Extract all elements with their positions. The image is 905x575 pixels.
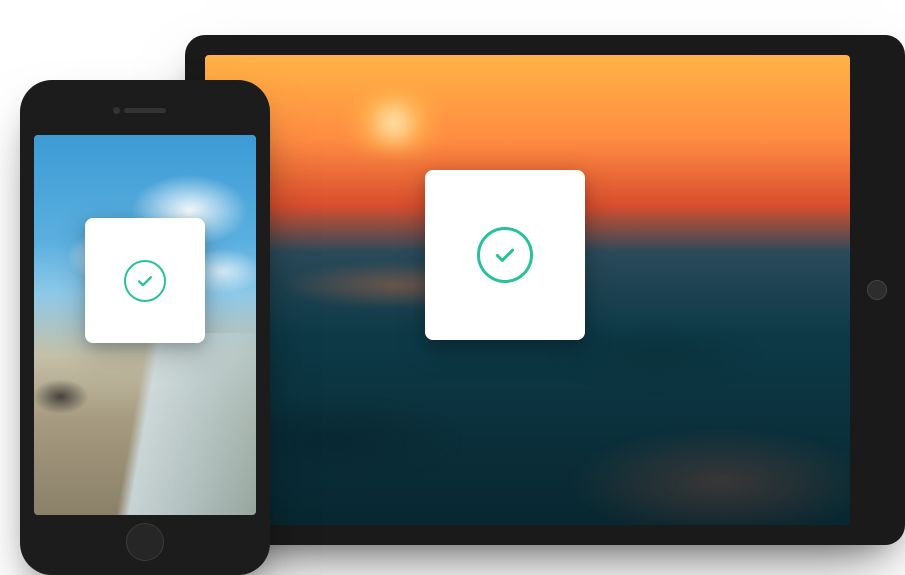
- success-card-tablet: [425, 170, 585, 340]
- check-circle-icon: [477, 227, 533, 283]
- phone-speaker: [124, 108, 166, 113]
- check-circle-icon: [124, 260, 166, 302]
- check-icon: [135, 271, 155, 291]
- check-icon: [492, 242, 518, 268]
- phone-camera-dot: [113, 107, 120, 114]
- phone-home-button: [126, 523, 164, 561]
- success-card-phone: [85, 218, 205, 343]
- tablet-home-button: [867, 280, 887, 300]
